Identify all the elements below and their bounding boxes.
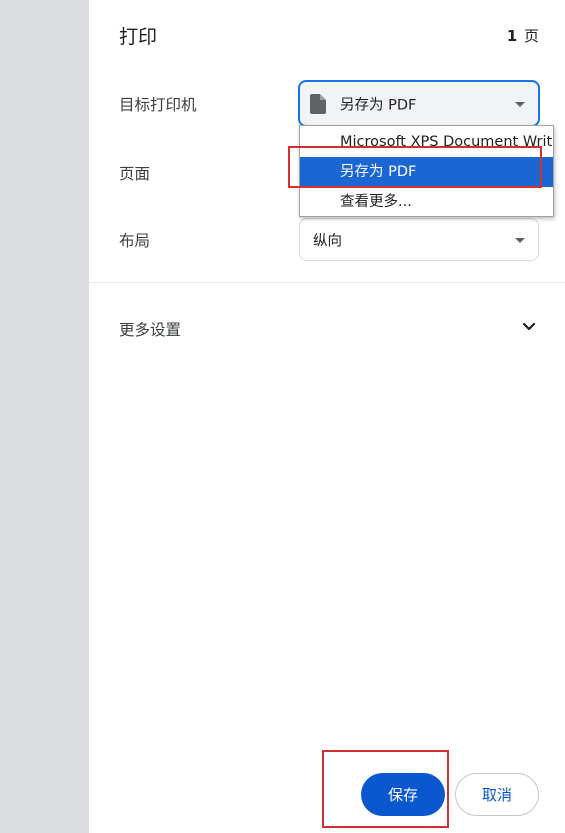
dropdown-option-see-more[interactable]: 查看更多... — [300, 187, 553, 217]
page-title: 打印 — [119, 26, 158, 48]
layout-label: 布局 — [119, 232, 151, 250]
save-button[interactable]: 保存 — [361, 773, 445, 816]
layout-select[interactable]: 纵向 — [299, 218, 539, 261]
page-count-unit: 页 — [523, 27, 539, 45]
document-icon — [310, 93, 326, 114]
dropdown-option-save-as-pdf[interactable]: 另存为 PDF — [300, 157, 553, 187]
destination-label: 目标打印机 — [119, 96, 197, 114]
page-count-number: 1 — [506, 27, 518, 45]
caret-down-icon — [515, 237, 525, 243]
destination-select[interactable]: 另存为 PDF — [298, 80, 540, 127]
more-settings-label: 更多设置 — [119, 321, 182, 339]
destination-value: 另存为 PDF — [340, 97, 417, 113]
chevron-down-icon — [522, 322, 536, 331]
print-settings-panel: 打印 1 页 目标打印机 另存为 PDF 页面 布局 纵向 更多设置 Micro… — [89, 0, 565, 833]
page-count: 1 页 — [507, 25, 539, 46]
preview-area-strip — [0, 0, 89, 833]
cancel-button[interactable]: 取消 — [455, 773, 539, 816]
section-divider — [89, 282, 565, 283]
pages-label: 页面 — [119, 165, 151, 183]
dropdown-option-xps[interactable]: Microsoft XPS Document Writer — [300, 127, 553, 157]
layout-value: 纵向 — [313, 233, 342, 249]
more-settings-toggle[interactable]: 更多设置 — [89, 306, 565, 350]
destination-dropdown-list: Microsoft XPS Document Writer 另存为 PDF 查看… — [299, 125, 554, 217]
caret-down-icon — [515, 101, 525, 107]
